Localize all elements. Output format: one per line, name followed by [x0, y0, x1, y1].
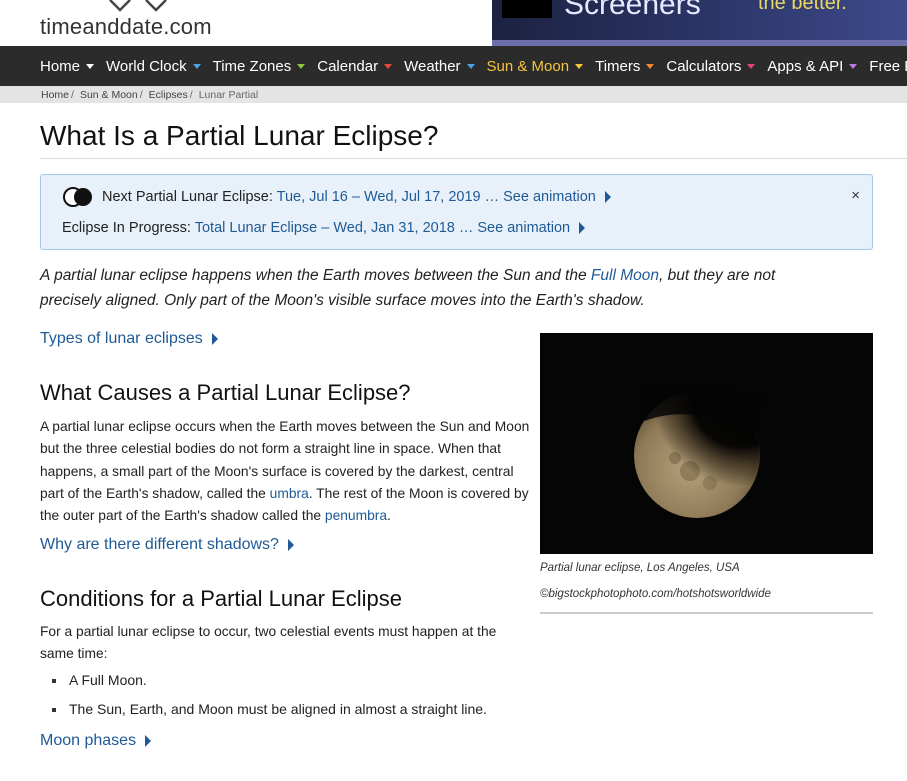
- nav-label: Time Zones: [212, 57, 292, 75]
- nav-item-time-zones[interactable]: Time Zones: [201, 58, 306, 75]
- partial-eclipse-photo: [540, 333, 873, 554]
- next-eclipse-row: Next Partial Lunar Eclipse: Tue, Jul 16 …: [102, 189, 611, 205]
- conditions-paragraph: For a partial lunar eclipse to occur, tw…: [40, 624, 497, 662]
- next-eclipse-label: Next Partial Lunar Eclipse:: [102, 189, 273, 205]
- next-eclipse-link[interactable]: Tue, Jul 16 – Wed, Jul 17, 2019 … See an…: [277, 189, 596, 205]
- nav-item-calendar[interactable]: Calendar: [305, 57, 393, 75]
- play-arrow-icon: [145, 734, 152, 747]
- nav-label: Free Fun: [869, 57, 907, 75]
- breadcrumb: Home / Sun & Moon / Eclipses / Lunar Partia…: [0, 86, 907, 103]
- ad-tagline: the better.: [758, 0, 847, 14]
- breadcrumb-separator: /: [139, 88, 143, 101]
- play-arrow-icon: [604, 191, 611, 204]
- breadcrumb-home[interactable]: Home: [41, 89, 69, 101]
- link-label: Moon phases: [40, 732, 137, 749]
- nav-label: Weather: [404, 57, 461, 75]
- causes-paragraph: A partial lunar eclipse occurs when the …: [40, 416, 530, 527]
- nav-item-home[interactable]: Home: [0, 57, 95, 75]
- different-shadows-link[interactable]: Why are there different shadows?: [40, 536, 294, 554]
- advertisement-banner[interactable]: Screeners the better.: [492, 0, 907, 47]
- link-label: Types of lunar eclipses: [40, 330, 203, 347]
- ad-headline: Screeners: [564, 0, 701, 21]
- chevron-down-icon: [297, 63, 306, 69]
- nav-item-weather[interactable]: Weather: [392, 57, 475, 75]
- link-label: Why are there different shadows?: [40, 536, 279, 553]
- clock-logo-icon: [109, 0, 167, 12]
- chevron-down-icon: [192, 63, 201, 69]
- nav-label: Home: [40, 57, 81, 75]
- list-item: The Sun, Earth, and Moon must be aligned…: [52, 701, 487, 730]
- eclipse-progress-row: Eclipse In Progress: Total Lunar Eclipse…: [62, 220, 586, 236]
- eclipse-info-box: Next Partial Lunar Eclipse: Tue, Jul 16 …: [40, 174, 873, 250]
- penumbra-link[interactable]: penumbra: [325, 508, 387, 523]
- chevron-down-icon: [575, 63, 584, 69]
- chevron-down-icon: [384, 63, 393, 69]
- title-divider: [40, 158, 907, 159]
- ad-graphic: [502, 0, 552, 18]
- section-heading-causes: What Causes a Partial Lunar Eclipse?: [40, 380, 411, 405]
- moon-phases-link[interactable]: Moon phases: [40, 732, 152, 750]
- breadcrumb-sun-moon[interactable]: Sun & Moon: [80, 89, 138, 101]
- chevron-down-icon: [86, 63, 95, 69]
- close-icon[interactable]: ×: [851, 187, 860, 204]
- nav-label: World Clock: [106, 57, 187, 75]
- photo-credit: ©bigstockphotophoto.com/hotshotsworldwid…: [540, 588, 771, 600]
- umbra-link[interactable]: umbra: [270, 486, 309, 501]
- section-heading-conditions: Conditions for a Partial Lunar Eclipse: [40, 586, 402, 611]
- nav-item-sun-moon[interactable]: Sun & Moon: [475, 58, 584, 75]
- caption-divider: [540, 612, 873, 614]
- photo-caption: Partial lunar eclipse, Los Angeles, USA: [540, 562, 740, 574]
- partial-eclipse-icon: [63, 187, 92, 207]
- eclipse-progress-link[interactable]: Total Lunar Eclipse – Wed, Jan 31, 2018 …: [195, 220, 570, 236]
- nav-label: Calendar: [317, 57, 379, 75]
- play-arrow-icon: [579, 222, 586, 235]
- eclipsed-moon-image: [634, 383, 765, 518]
- breadcrumb-eclipses[interactable]: Eclipses: [149, 89, 188, 101]
- full-moon-link[interactable]: Full Moon: [591, 267, 659, 284]
- nav-label: Apps & API: [767, 57, 844, 75]
- nav-item-free-fun[interactable]: Free Fun: [857, 58, 907, 75]
- nav-label: Calculators: [666, 57, 742, 75]
- nav-item-timers[interactable]: Timers: [583, 57, 655, 75]
- list-item: A Full Moon.: [52, 672, 487, 701]
- paragraph-text: .: [387, 508, 391, 524]
- play-arrow-icon: [287, 538, 294, 551]
- play-arrow-icon: [211, 332, 218, 345]
- breadcrumb-separator: /: [71, 88, 74, 101]
- chevron-down-icon: [747, 63, 756, 69]
- chevron-down-icon: [849, 63, 858, 69]
- logo-text: timeanddate.com: [40, 14, 212, 39]
- chevron-down-icon: [646, 63, 655, 69]
- site-logo[interactable]: timeanddate.com: [40, 0, 230, 45]
- page-title: What Is a Partial Lunar Eclipse?: [40, 120, 439, 151]
- nav-item-world-clock[interactable]: World Clock: [94, 58, 201, 75]
- nav-label: Sun & Moon: [486, 57, 570, 75]
- breadcrumb-current: Lunar Partial: [198, 88, 259, 101]
- intro-paragraph: A partial lunar eclipse happens when the…: [40, 263, 840, 313]
- breadcrumb-separator: /: [189, 88, 193, 101]
- main-nav: Home World Clock Time Zones Calendar Wea…: [0, 46, 907, 86]
- conditions-list: A Full Moon. The Sun, Earth, and Moon mu…: [52, 672, 487, 730]
- nav-item-calculators[interactable]: Calculators: [654, 57, 756, 75]
- eclipse-progress-label: Eclipse In Progress:: [62, 220, 191, 236]
- chevron-down-icon: [466, 63, 475, 69]
- nav-item-apps-api[interactable]: Apps & API: [755, 57, 858, 75]
- intro-text: A partial lunar eclipse happens when the…: [40, 267, 591, 284]
- nav-label: Timers: [595, 57, 641, 75]
- types-of-eclipses-link[interactable]: Types of lunar eclipses: [40, 330, 218, 348]
